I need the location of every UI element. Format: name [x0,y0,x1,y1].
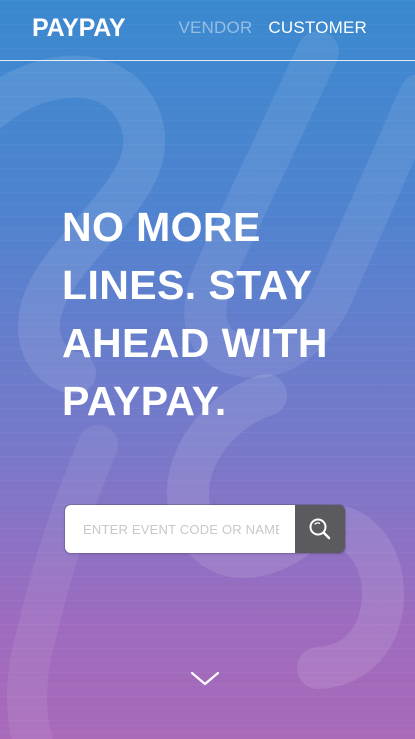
event-search [64,504,346,554]
vendor-link[interactable]: VENDOR [178,18,252,38]
customer-link[interactable]: CUSTOMER [268,18,367,38]
search-button[interactable] [295,505,345,553]
paypay-logo[interactable]: PAYPAY [32,14,126,42]
event-search-input[interactable] [65,505,295,553]
top-navigation: PAYPAY VENDOR CUSTOMER [0,0,415,61]
search-icon [309,518,331,540]
chevron-down-icon[interactable] [190,669,220,689]
main-navigation: VENDOR CUSTOMER [178,18,367,38]
hero-headline: NO MORE LINES. STAY AHEAD WITH PAYPAY. [62,204,328,424]
landing-page: PAYPAY VENDOR CUSTOMER NO MORE LINES. ST… [0,0,415,739]
